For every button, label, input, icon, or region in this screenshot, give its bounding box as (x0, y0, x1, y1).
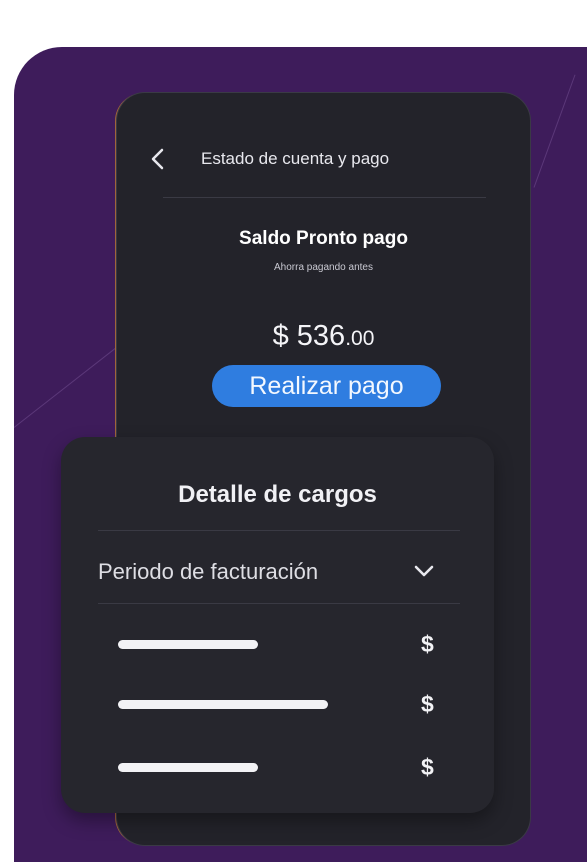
charge-amount: $ (421, 754, 434, 780)
chevron-left-icon[interactable] (150, 148, 166, 170)
detail-divider (98, 530, 460, 531)
balance-subtitle: Ahorra pagando antes (274, 262, 373, 273)
detail-title: Detalle de cargos (178, 481, 377, 508)
amount-main: $ 536 (272, 320, 346, 352)
balance-amount: $ 536.00 (117, 320, 530, 353)
pay-button[interactable]: Realizar pago (212, 365, 441, 407)
period-divider (98, 603, 460, 604)
header-divider (163, 197, 486, 198)
screen-title: Estado de cuenta y pago (201, 149, 390, 168)
chevron-down-icon[interactable] (413, 562, 435, 580)
charge-placeholder-bar (118, 700, 328, 709)
amount-cents: .00 (345, 327, 375, 350)
decorative-line (533, 74, 576, 188)
billing-period-label[interactable]: Periodo de facturación (98, 559, 318, 585)
charge-placeholder-bar (118, 640, 258, 649)
charge-amount: $ (421, 691, 434, 717)
balance-title: Saldo Pronto pago (239, 228, 408, 249)
charge-placeholder-bar (118, 763, 258, 772)
charge-amount: $ (421, 631, 434, 657)
